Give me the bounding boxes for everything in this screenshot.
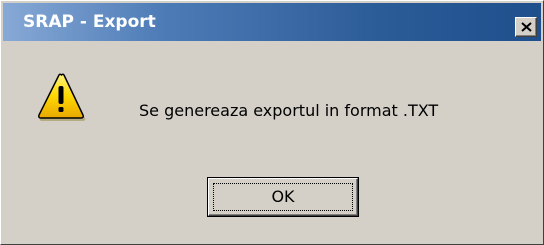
title-bar[interactable]: SRAP - Export: [3, 3, 541, 41]
dialog-body: Se genereaza exportul in format .TXT OK: [3, 41, 541, 242]
dialog-window: SRAP - Export Se genereaza exportul in f…: [0, 0, 544, 245]
ok-button[interactable]: OK: [207, 177, 359, 217]
ok-button-label: OK: [271, 187, 295, 206]
close-button[interactable]: [515, 17, 537, 37]
close-icon: [521, 22, 532, 32]
warning-icon: [38, 73, 86, 121]
message-text: Se genereaza exportul in format .TXT: [139, 101, 439, 120]
window-title: SRAP - Export: [23, 12, 156, 32]
